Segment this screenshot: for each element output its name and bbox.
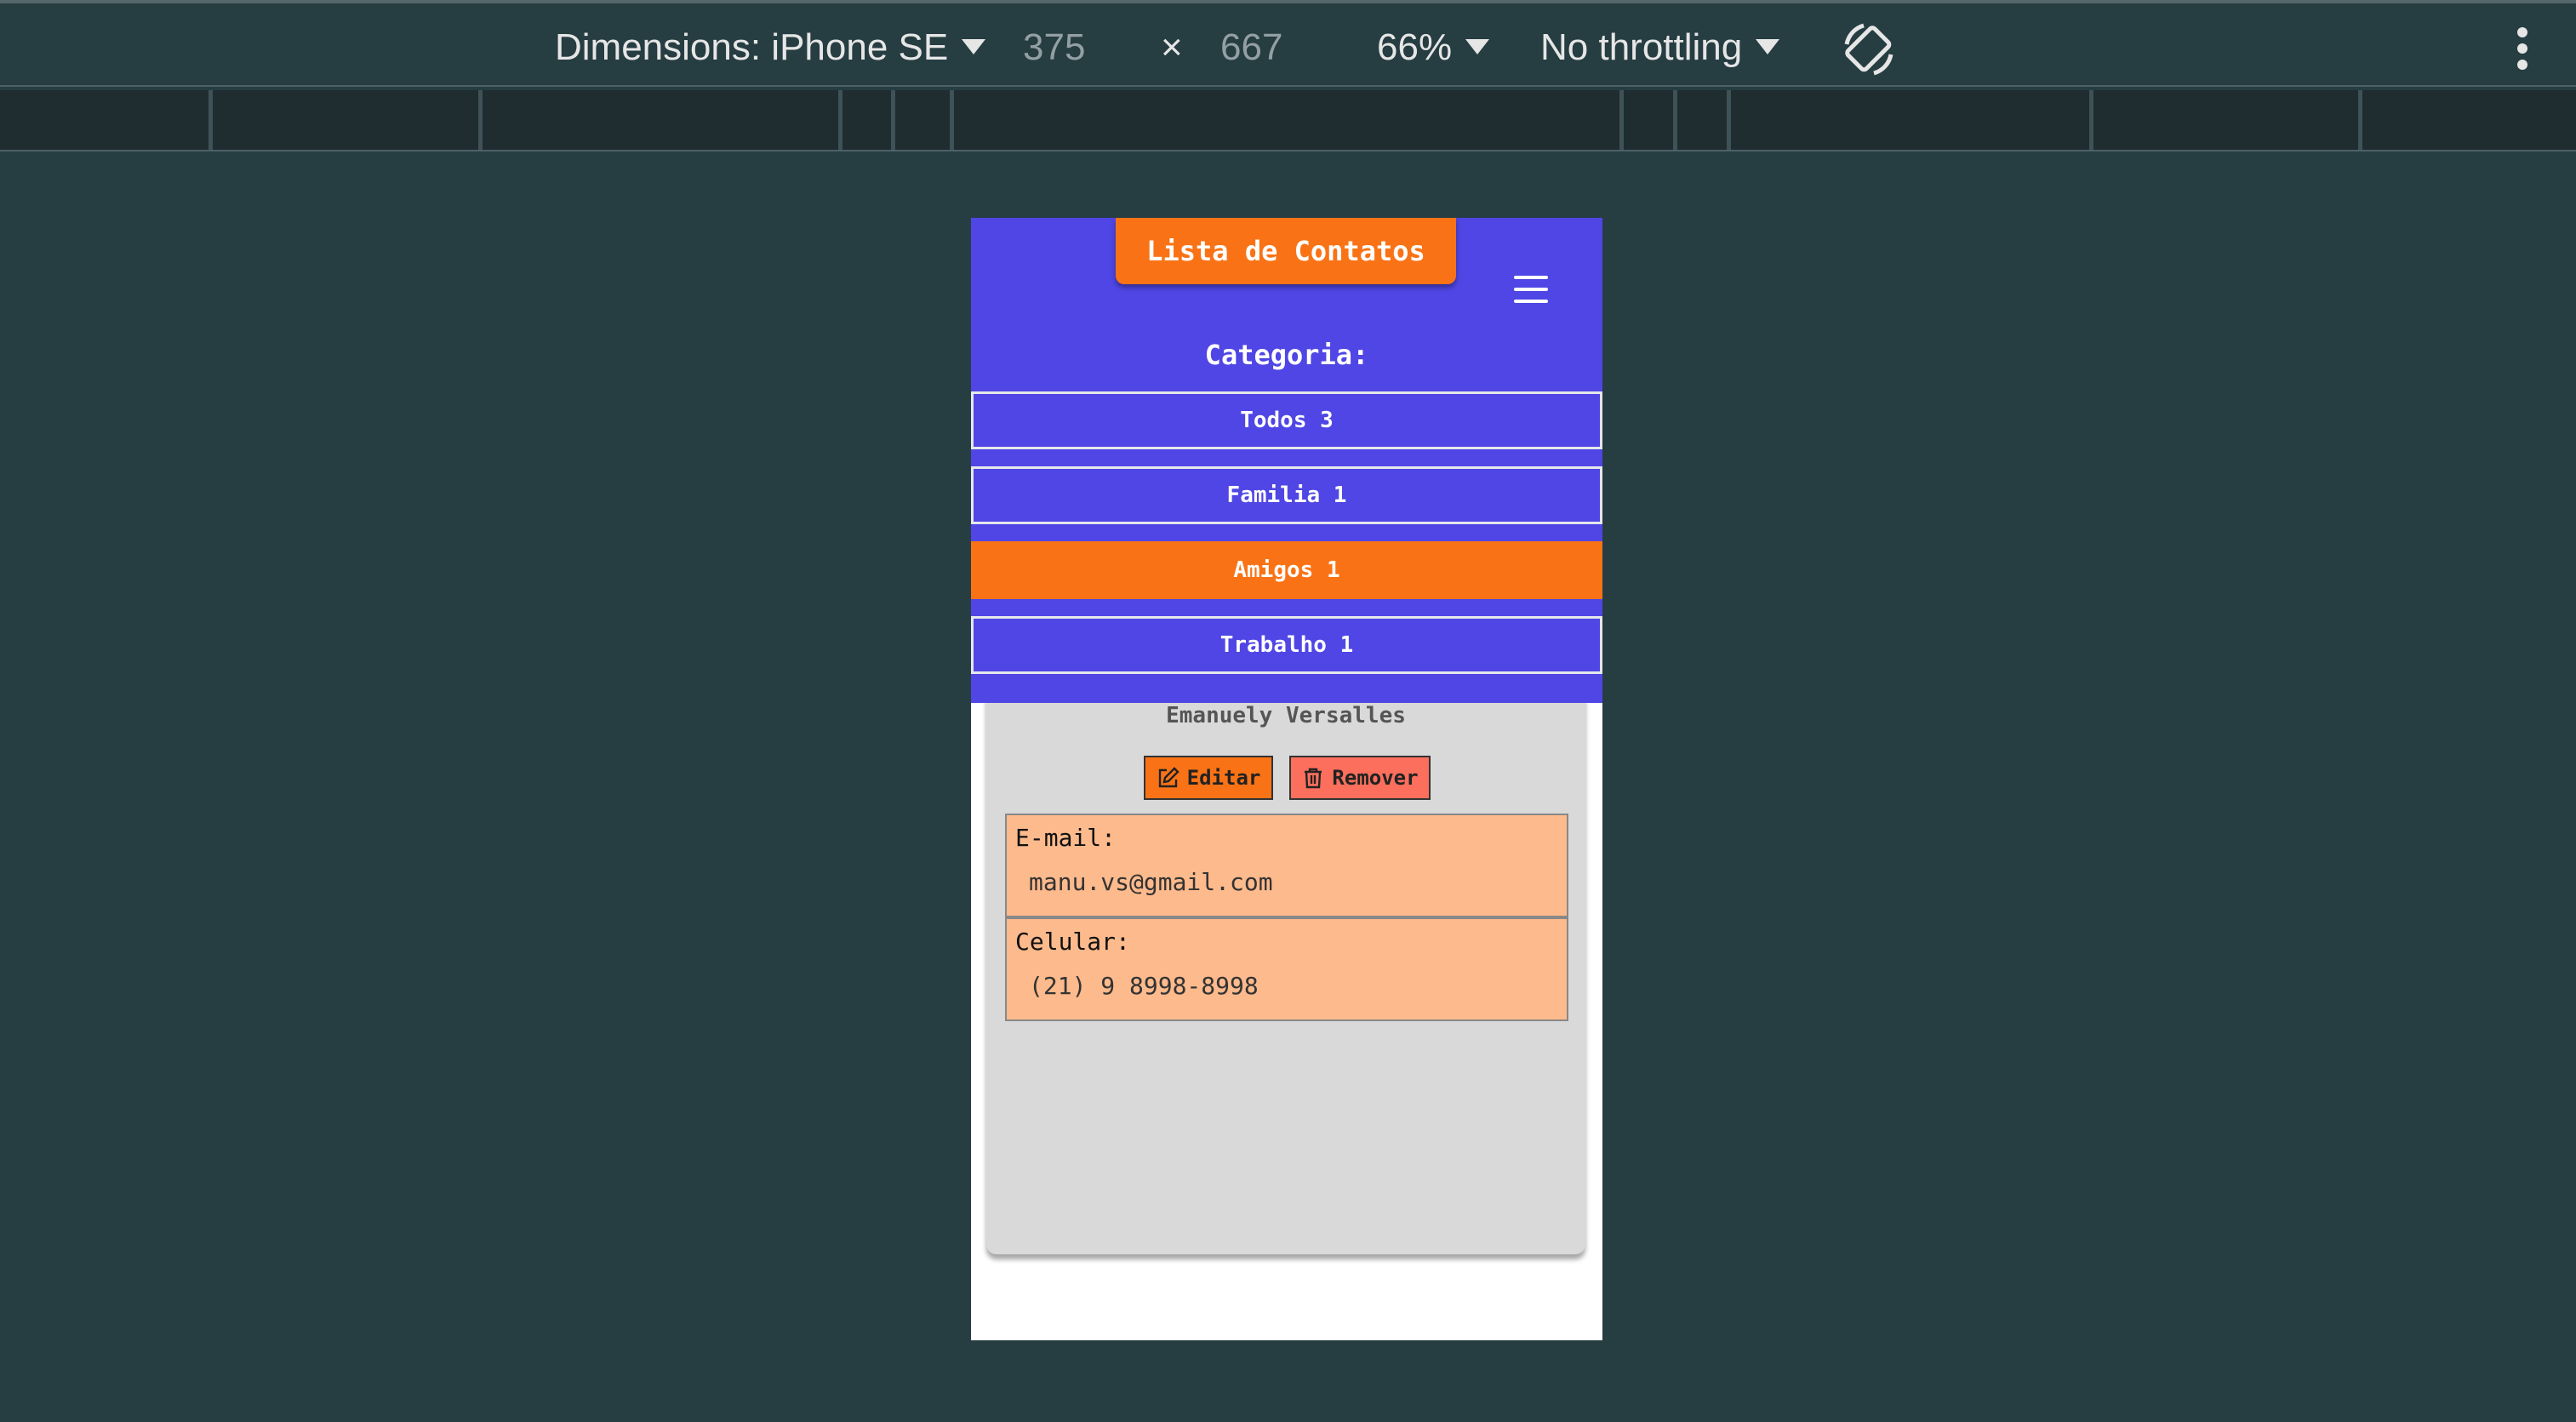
category-button-todos[interactable]: Todos 3	[971, 391, 1602, 449]
height-input[interactable]: 667	[1220, 20, 1282, 75]
contact-card: Emanuely Versalles Editar Remover E-mail…	[986, 677, 1585, 1254]
remove-label: Remover	[1332, 766, 1419, 790]
dimensions-label: Dimensions: iPhone SE	[555, 26, 949, 68]
zoom-dropdown[interactable]: 66%	[1377, 22, 1490, 73]
caret-down-icon	[1465, 39, 1490, 55]
phone-section: Celular: (21) 9 8998-8998	[1005, 917, 1568, 1021]
ruler-tick[interactable]	[478, 90, 483, 150]
ruler-tick[interactable]	[838, 90, 842, 150]
caret-down-icon	[962, 39, 986, 55]
more-options-icon[interactable]	[2517, 27, 2529, 76]
edit-label: Editar	[1186, 766, 1261, 790]
ruler-tick[interactable]	[208, 90, 213, 150]
category-button-familia[interactable]: Familia 1	[971, 466, 1602, 524]
throttling-dropdown[interactable]: No throttling	[1540, 22, 1780, 73]
dimensions-dropdown[interactable]: Dimensions: iPhone SE	[555, 22, 986, 73]
ruler-tick[interactable]	[2089, 90, 2093, 150]
ruler-tick[interactable]	[1673, 90, 1677, 150]
throttling-label: No throttling	[1540, 26, 1743, 68]
remove-button[interactable]: Remover	[1289, 756, 1431, 800]
ruler-tick[interactable]	[1619, 90, 1624, 150]
email-value: manu.vs@gmail.com	[1029, 868, 1273, 896]
media-query-ruler	[0, 90, 2576, 151]
ruler-tick[interactable]	[1727, 90, 1731, 150]
trash-icon	[1305, 768, 1322, 789]
category-label: Categoria:	[1204, 339, 1369, 371]
edit-icon	[1158, 767, 1179, 788]
hamburger-menu-icon[interactable]	[1514, 276, 1548, 305]
contact-name: Emanuely Versalles	[1166, 703, 1406, 728]
edit-button[interactable]: Editar	[1144, 756, 1273, 800]
device-viewport: Lista de Contatos Categoria: Todos 3 Fam…	[971, 218, 1602, 1340]
phone-label: Celular:	[1015, 928, 1130, 956]
category-button-trabalho[interactable]: Trabalho 1	[971, 616, 1602, 674]
email-label: E-mail:	[1015, 824, 1117, 852]
ruler-tick[interactable]	[2358, 90, 2362, 150]
category-button-amigos[interactable]: Amigos 1	[971, 541, 1602, 599]
phone-value: (21) 9 8998-8998	[1029, 972, 1259, 1000]
width-input[interactable]: 375	[1023, 20, 1085, 75]
ruler-tick[interactable]	[891, 90, 895, 150]
email-section: E-mail: manu.vs@gmail.com	[1005, 814, 1568, 917]
app-header: Lista de Contatos Categoria: Todos 3 Fam…	[971, 218, 1602, 703]
app-title[interactable]: Lista de Contatos	[1116, 218, 1456, 284]
rotate-icon[interactable]	[1838, 19, 1899, 80]
caret-down-icon	[1756, 39, 1780, 55]
ruler-tick[interactable]	[950, 90, 954, 150]
times-sign: ×	[1161, 26, 1183, 68]
devtools-toolbar: Dimensions: iPhone SE 375 × 667 66% No t…	[0, 0, 2576, 87]
zoom-label: 66%	[1377, 26, 1453, 68]
